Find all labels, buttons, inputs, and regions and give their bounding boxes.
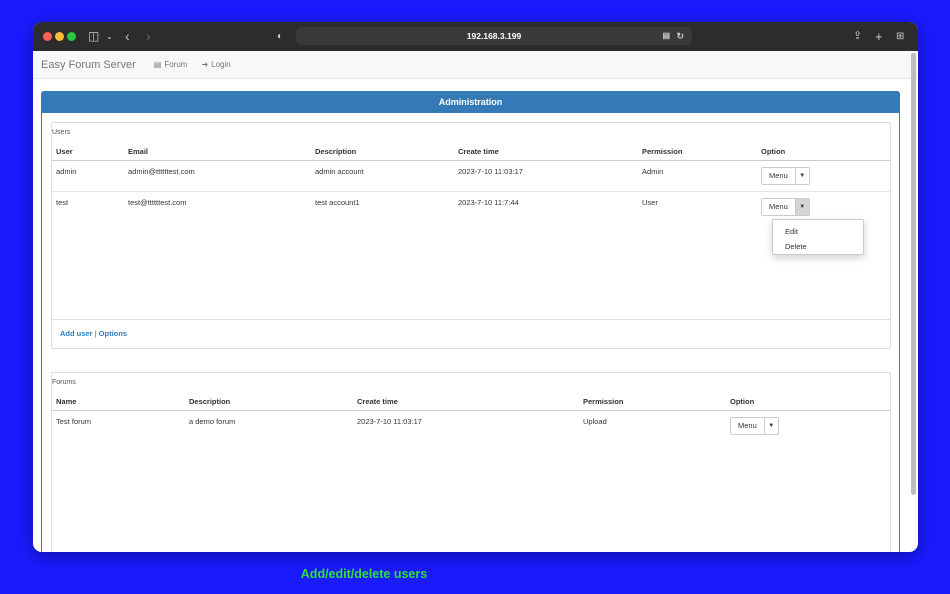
chevron-down-icon[interactable]: ⌄	[106, 22, 113, 51]
email-cell: test@ttttttest.com	[124, 191, 311, 222]
administration-panel: Administration Users User Email Descript…	[41, 91, 900, 552]
caret-down-icon[interactable]: ▼	[764, 418, 778, 434]
column-header: Create time	[353, 393, 579, 411]
dropdown-item-edit[interactable]: Edit	[773, 224, 863, 239]
caret-down-icon[interactable]: ▼	[795, 199, 809, 215]
tabs-overview-icon[interactable]: ⊞	[896, 22, 904, 51]
url-text: 192.168.3.199	[466, 31, 522, 41]
permission-cell: Upload	[583, 417, 607, 426]
user-cell: admin	[56, 167, 77, 176]
users-title: Users	[52, 129, 71, 136]
brand-link[interactable]: Easy Forum Server	[41, 59, 136, 71]
menu-button-group: Menu ▼	[761, 198, 810, 216]
forums-title: Forums	[52, 379, 76, 386]
options-link[interactable]: Options	[99, 329, 127, 338]
translate-icon[interactable]: ▤	[662, 27, 670, 45]
column-header: Description	[185, 393, 353, 411]
url-bar[interactable]: 192.168.3.199 ▤ ↻	[296, 27, 692, 45]
option-cell: Menu ▼	[757, 191, 890, 222]
browser-window: ◫ ⌄ ‹ › ◐ 192.168.3.199 ▤ ↻ ⇪ + ⊞ Easy F…	[33, 22, 918, 552]
table-row: test test@ttttttest.com test account1 20…	[52, 191, 890, 222]
reload-icon[interactable]: ↻	[676, 27, 684, 45]
nav-forum-label: Forum	[164, 60, 188, 69]
users-table: User Email Description Create time Permi…	[52, 143, 890, 222]
table-row: Test forum a demo forum 2023-7-10 11:03:…	[52, 411, 890, 442]
email-cell: admin@ttttttest.com	[128, 167, 195, 176]
shield-icon[interactable]: ◐	[277, 22, 283, 51]
caption-text: Add/edit/delete users	[300, 567, 428, 581]
column-header: Permission	[638, 143, 757, 161]
add-user-link[interactable]: Add user	[60, 329, 93, 338]
create-time-cell: 2023-7-10 11:03:17	[357, 417, 422, 426]
vertical-scrollbar[interactable]	[911, 53, 916, 495]
sidebar-icon[interactable]: ◫	[88, 22, 99, 51]
column-header: Option	[757, 143, 890, 161]
caret-down-icon[interactable]: ▼	[795, 168, 809, 184]
menu-button-group: Menu ▼	[761, 167, 810, 185]
nav-login-link[interactable]: ➜ Login	[201, 60, 230, 69]
user-cell: test	[52, 191, 124, 222]
forums-section: Forums Name Description Create time Perm…	[51, 372, 891, 552]
description-cell: a demo forum	[189, 417, 236, 426]
permission-cell: User	[638, 191, 757, 222]
menu-button[interactable]: Menu	[731, 418, 765, 434]
nav-forum-link[interactable]: ▤ Forum	[154, 60, 188, 69]
zoom-window-button[interactable]	[67, 32, 76, 41]
column-header: User	[52, 143, 124, 161]
minimize-window-button[interactable]	[55, 32, 64, 41]
create-time-cell: 2023-7-10 11:7:44	[454, 191, 638, 222]
column-header: Create time	[454, 143, 638, 161]
description-cell: admin account	[315, 167, 364, 176]
menu-button[interactable]: Menu	[762, 168, 796, 184]
create-time-cell: 2023-7-10 11:03:17	[458, 167, 523, 176]
close-window-button[interactable]	[43, 32, 52, 41]
dropdown-item-delete[interactable]: Delete	[773, 239, 863, 254]
menu-button[interactable]: Menu	[762, 199, 796, 215]
top-navbar: Easy Forum Server ▤ Forum ➜ Login	[33, 51, 918, 79]
column-header: Email	[124, 143, 311, 161]
back-icon[interactable]: ‹	[125, 22, 130, 51]
permission-cell: Admin	[642, 167, 664, 176]
panel-heading: Administration	[42, 92, 899, 113]
browser-titlebar: ◫ ⌄ ‹ › ◐ 192.168.3.199 ▤ ↻ ⇪ + ⊞	[33, 22, 918, 51]
table-row: admin admin@ttttttest.com admin account …	[52, 161, 890, 192]
forward-icon[interactable]: ›	[146, 22, 151, 51]
description-cell: test account1	[311, 191, 454, 222]
name-cell: Test forum	[56, 417, 92, 426]
column-header: Description	[311, 143, 454, 161]
row-options-dropdown: Edit Delete	[772, 219, 864, 255]
list-icon: ▤	[153, 60, 162, 69]
login-icon: ➜	[201, 60, 209, 69]
share-icon[interactable]: ⇪	[853, 22, 862, 51]
option-cell: Menu ▼	[726, 411, 890, 442]
column-header: Name	[52, 393, 185, 411]
column-header: Option	[726, 393, 890, 411]
users-footer: Add user | Options	[52, 319, 890, 348]
new-tab-icon[interactable]: +	[875, 22, 883, 51]
nav-login-label: Login	[211, 60, 231, 69]
footer-separator: |	[94, 329, 97, 338]
option-cell: Menu ▼	[757, 161, 890, 192]
page-viewport: Easy Forum Server ▤ Forum ➜ Login Admini…	[33, 51, 918, 552]
menu-button-group: Menu ▼	[730, 417, 779, 435]
users-section: Users User Email Description Create time…	[51, 122, 891, 349]
column-header: Permission	[579, 393, 726, 411]
forums-table: Name Description Create time Permission …	[52, 393, 890, 441]
